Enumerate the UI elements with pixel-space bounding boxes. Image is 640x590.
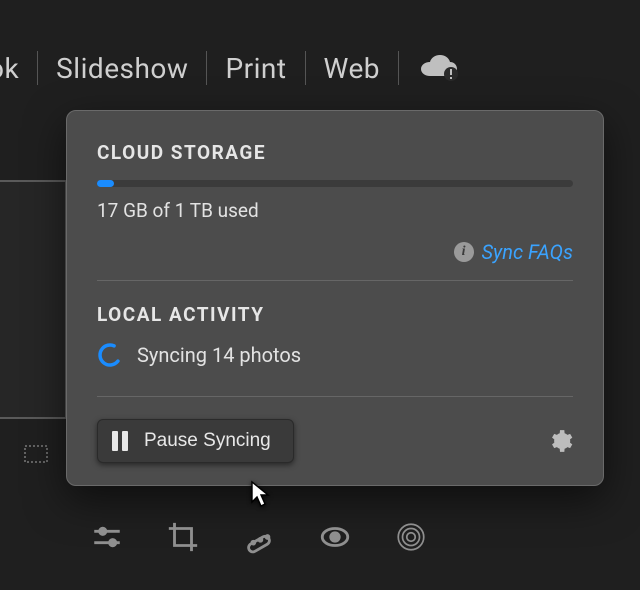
sync-status-text: Syncing 14 photos [137, 343, 301, 367]
gear-icon[interactable] [547, 428, 573, 454]
divider [97, 280, 573, 281]
module-tabbar: ok Slideshow Print Web [0, 38, 640, 98]
pause-syncing-button[interactable]: Pause Syncing [97, 419, 294, 463]
sliders-icon[interactable] [90, 520, 124, 554]
radial-filter-icon[interactable] [394, 520, 428, 554]
local-activity-heading: LOCAL ACTIVITY [97, 303, 573, 326]
tab-web[interactable]: Web [306, 52, 399, 85]
tab-slideshow[interactable]: Slideshow [38, 52, 206, 85]
pause-button-label: Pause Syncing [144, 430, 271, 452]
storage-usage-bar [97, 180, 573, 187]
selection-rect-icon [24, 445, 48, 467]
sync-status-panel: CLOUD STORAGE 17 GB of 1 TB used i Sync … [66, 110, 604, 486]
sync-spinner-icon [97, 342, 123, 368]
tab-book[interactable]: ok [0, 52, 37, 85]
tab-separator [398, 51, 399, 85]
pause-icon [112, 431, 128, 451]
tab-print[interactable]: Print [207, 52, 304, 85]
info-icon: i [454, 242, 474, 262]
crop-icon[interactable] [166, 520, 200, 554]
storage-usage-text: 17 GB of 1 TB used [97, 199, 573, 222]
divider [97, 396, 573, 397]
redeye-icon[interactable] [318, 520, 352, 554]
heal-brush-icon[interactable] [242, 520, 276, 554]
filmstrip-edge [0, 180, 67, 419]
sync-faqs-link[interactable]: Sync FAQs [482, 240, 573, 264]
storage-usage-fill [97, 180, 114, 187]
cloud-sync-icon[interactable] [417, 53, 461, 83]
cloud-storage-heading: CLOUD STORAGE [97, 141, 573, 164]
bottom-toolbar [90, 520, 428, 554]
